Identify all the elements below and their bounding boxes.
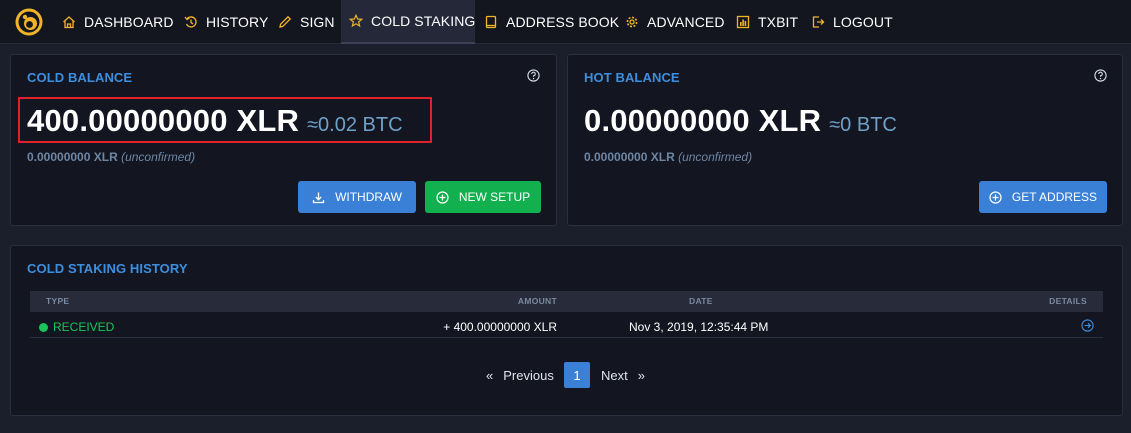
hot-balance-card: HOT BALANCE 0.00000000 XLR ≈0 BTC 0.0000…: [567, 54, 1123, 226]
plus-circle-icon: [989, 190, 1002, 204]
nav-advanced[interactable]: ADVANCED: [625, 0, 725, 44]
xlr-logo-icon[interactable]: [14, 7, 44, 37]
nav-label: TXBIT: [758, 14, 799, 30]
previous-page-link[interactable]: « Previous: [486, 362, 554, 388]
previous-label: Previous: [503, 367, 554, 383]
page-number: 1: [573, 367, 581, 383]
nav-txbit[interactable]: TXBIT: [736, 0, 798, 44]
history-icon: [184, 15, 198, 29]
nav-label: SIGN: [300, 14, 335, 30]
nav-label: COLD STAKING: [371, 13, 476, 29]
date-cell: Nov 3, 2019, 12:35:44 PM: [629, 320, 769, 334]
hot-balance-btc: ≈0 BTC: [829, 114, 897, 136]
details-arrow-icon[interactable]: [1081, 319, 1094, 335]
column-date[interactable]: DATE: [689, 296, 713, 306]
table-header: TYPE AMOUNT DATE DETAILS: [30, 291, 1103, 312]
logout-icon: [811, 15, 825, 29]
star-icon: [349, 14, 363, 28]
new-setup-button[interactable]: NEW SETUP: [425, 181, 541, 213]
type-cell: RECEIVED: [39, 320, 114, 334]
pencil-icon: [278, 15, 292, 29]
prev-arrow: «: [486, 367, 494, 383]
top-nav: DASHBOARD HISTORY SIGN COLD STAKING ADDR…: [0, 0, 1131, 44]
column-type[interactable]: TYPE: [46, 296, 69, 306]
next-arrow: »: [637, 367, 645, 383]
hot-unconfirmed-amount: 0.00000000 XLR: [584, 150, 675, 164]
gear-icon: [625, 15, 639, 29]
next-page-link[interactable]: Next »: [601, 362, 645, 388]
nav-label: DASHBOARD: [84, 14, 174, 30]
home-icon: [62, 15, 76, 29]
nav-label: ADVANCED: [647, 14, 725, 30]
get-address-button[interactable]: GET ADDRESS: [979, 181, 1107, 213]
amount-cell: + 400.00000000 XLR: [443, 320, 557, 334]
help-icon[interactable]: [527, 69, 540, 82]
nav-sign[interactable]: SIGN: [278, 0, 335, 44]
table-row[interactable]: RECEIVED + 400.00000000 XLR Nov 3, 2019,…: [30, 315, 1103, 338]
nav-dashboard[interactable]: DASHBOARD: [62, 0, 174, 44]
hot-balance-title: HOT BALANCE: [584, 70, 680, 85]
nav-label: LOGOUT: [833, 14, 893, 30]
nav-address-book[interactable]: ADDRESS BOOK: [484, 0, 619, 44]
hot-unconfirmed: 0.00000000 XLR (unconfirmed): [584, 150, 752, 164]
hot-unconfirmed-label: (unconfirmed): [678, 150, 753, 164]
nav-label: ADDRESS BOOK: [506, 14, 620, 30]
type-value: RECEIVED: [53, 320, 115, 334]
nav-label: HISTORY: [206, 14, 269, 30]
cold-balance-title: COLD BALANCE: [27, 70, 133, 85]
hot-balance-amount-group: 0.00000000 XLR ≈0 BTC: [584, 103, 897, 139]
new-setup-label: NEW SETUP: [458, 190, 531, 204]
chart-icon: [736, 15, 750, 29]
withdraw-label: WITHDRAW: [335, 190, 402, 204]
withdraw-button[interactable]: WITHDRAW: [298, 181, 416, 213]
nav-cold-staking[interactable]: COLD STAKING: [341, 0, 475, 44]
cold-unconfirmed-amount: 0.00000000 XLR: [27, 150, 118, 164]
download-icon: [312, 191, 325, 204]
column-amount[interactable]: AMOUNT: [518, 296, 557, 306]
highlight-box: [18, 97, 432, 143]
hot-balance-amount: 0.00000000 XLR: [584, 103, 822, 138]
help-icon[interactable]: [1094, 69, 1107, 82]
nav-logout[interactable]: LOGOUT: [811, 0, 893, 44]
received-status-dot: [39, 323, 48, 332]
cold-unconfirmed-label: (unconfirmed): [121, 150, 196, 164]
pagination: « Previous 1 Next »: [0, 362, 1131, 388]
column-details[interactable]: DETAILS: [1049, 296, 1087, 306]
history-title: COLD STAKING HISTORY: [27, 261, 188, 276]
plus-circle-icon: [436, 190, 449, 204]
nav-history[interactable]: HISTORY: [184, 0, 268, 44]
next-label: Next: [601, 367, 628, 383]
page-1-button[interactable]: 1: [564, 362, 590, 388]
cold-unconfirmed: 0.00000000 XLR (unconfirmed): [27, 150, 195, 164]
get-address-label: GET ADDRESS: [1011, 190, 1098, 204]
book-icon: [484, 15, 498, 29]
